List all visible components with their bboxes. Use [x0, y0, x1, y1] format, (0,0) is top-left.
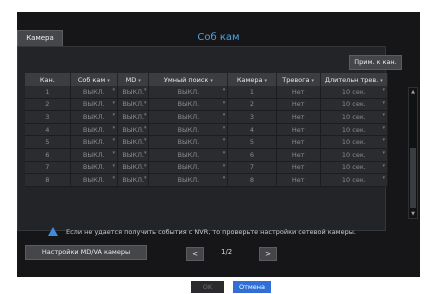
scrollbar-thumb[interactable] [410, 148, 416, 208]
header-md[interactable]: MD [117, 73, 150, 86]
table-row: 5ВЫКЛ.ВЫКЛ.ВЫКЛ.5Нет10 сек. [25, 135, 389, 149]
cell-channel: 4 [25, 123, 71, 137]
dialog-title: Соб кам [197, 32, 240, 43]
table-row: 3ВЫКЛ.ВЫКЛ.ВЫКЛ.3Нет10 сек. [25, 110, 389, 124]
tab-camera[interactable]: Камера [17, 30, 63, 47]
cell-event[interactable]: ВЫКЛ. [70, 98, 118, 112]
cell-alarm-duration[interactable]: 10 сек. [320, 135, 389, 149]
cell-event[interactable]: ВЫКЛ. [70, 148, 118, 162]
cell-camera: 1 [227, 86, 277, 99]
cell-event[interactable]: ВЫКЛ. [70, 123, 118, 137]
cell-camera: 7 [227, 161, 277, 175]
cell-md[interactable]: ВЫКЛ. [117, 86, 150, 99]
cell-alarm-duration[interactable]: 10 сек. [320, 86, 389, 99]
cell-md[interactable]: ВЫКЛ. [117, 98, 150, 112]
cell-alarm-duration[interactable]: 10 сек. [320, 98, 389, 112]
page-indicator: 1/2 [221, 248, 233, 256]
cell-event[interactable]: ВЫКЛ. [70, 86, 118, 99]
header-alarm[interactable]: Тревога [276, 73, 321, 86]
cell-alarm-duration[interactable]: 10 сек. [320, 161, 389, 175]
cell-alarm: Нет [276, 86, 321, 99]
cell-md[interactable]: ВЫКЛ. [117, 123, 150, 137]
apply-to-channels-button[interactable]: Прим. к кан. [349, 55, 402, 70]
table-row: 8ВЫКЛ.ВЫКЛ.ВЫКЛ.8Нет10 сек. [25, 173, 389, 187]
table-row: 4ВЫКЛ.ВЫКЛ.ВЫКЛ.4Нет10 сек. [25, 123, 389, 137]
cell-camera: 8 [227, 173, 277, 187]
cell-alarm-duration[interactable]: 10 сек. [320, 123, 389, 137]
cell-camera: 2 [227, 98, 277, 112]
table-row: 7ВЫКЛ.ВЫКЛ.ВЫКЛ.7Нет10 сек. [25, 161, 389, 175]
cell-alarm: Нет [276, 98, 321, 112]
scroll-down-icon[interactable]: ▼ [409, 210, 417, 218]
header-channel: Кан. [25, 73, 71, 86]
cell-md[interactable]: ВЫКЛ. [117, 135, 150, 149]
header-camera[interactable]: Камера [227, 73, 277, 86]
cell-md[interactable]: ВЫКЛ. [117, 173, 150, 187]
header-smart-search[interactable]: Умный поиск [148, 73, 229, 86]
header-alarm-duration[interactable]: Длительн трев. [320, 73, 389, 86]
table-row: 2ВЫКЛ.ВЫКЛ.ВЫКЛ.2Нет10 сек. [25, 98, 389, 112]
cell-smart-search[interactable]: ВЫКЛ. [148, 86, 229, 99]
table-scrollbar[interactable]: ▲ ▼ [408, 87, 418, 219]
cell-alarm-duration[interactable]: 10 сек. [320, 173, 389, 187]
cell-event[interactable]: ВЫКЛ. [70, 173, 118, 187]
warning-icon [48, 226, 58, 236]
cell-smart-search[interactable]: ВЫКЛ. [148, 161, 229, 175]
cell-smart-search[interactable]: ВЫКЛ. [148, 148, 229, 162]
cell-alarm: Нет [276, 173, 321, 187]
next-page-button[interactable]: > [259, 247, 277, 261]
header-event[interactable]: Соб кам [70, 73, 118, 86]
cell-md[interactable]: ВЫКЛ. [117, 110, 150, 124]
cell-channel: 3 [25, 110, 71, 124]
table-header-row: Кан.Соб камMDУмный поискКамераТревогаДли… [25, 73, 389, 86]
cell-channel: 7 [25, 161, 71, 175]
event-table: Кан.Соб камMDУмный поискКамераТревогаДли… [25, 73, 389, 187]
cell-alarm: Нет [276, 148, 321, 162]
cell-event[interactable]: ВЫКЛ. [70, 110, 118, 124]
ok-button[interactable]: OK [191, 281, 224, 293]
cell-camera: 3 [227, 110, 277, 124]
cell-channel: 8 [25, 173, 71, 187]
cell-alarm: Нет [276, 110, 321, 124]
cell-camera: 4 [227, 123, 277, 137]
cell-alarm-duration[interactable]: 10 сек. [320, 148, 389, 162]
md-va-settings-button[interactable]: Настройки MD/VA камеры [25, 245, 147, 260]
cell-channel: 6 [25, 148, 71, 162]
cell-smart-search[interactable]: ВЫКЛ. [148, 123, 229, 137]
prev-page-button[interactable]: < [186, 247, 204, 261]
table-row: 6ВЫКЛ.ВЫКЛ.ВЫКЛ.6Нет10 сек. [25, 148, 389, 162]
warning-message: Если не удается получить события с NVR, … [48, 226, 388, 238]
cell-md[interactable]: ВЫКЛ. [117, 161, 150, 175]
cell-alarm: Нет [276, 161, 321, 175]
cell-camera: 5 [227, 135, 277, 149]
cell-smart-search[interactable]: ВЫКЛ. [148, 110, 229, 124]
cell-channel: 2 [25, 98, 71, 112]
cell-channel: 5 [25, 135, 71, 149]
cell-event[interactable]: ВЫКЛ. [70, 135, 118, 149]
cell-alarm: Нет [276, 135, 321, 149]
cell-alarm: Нет [276, 123, 321, 137]
scroll-up-icon[interactable]: ▲ [409, 88, 417, 96]
cell-camera: 6 [227, 148, 277, 162]
warning-text: Если не удается получить события с NVR, … [66, 228, 356, 236]
cell-smart-search[interactable]: ВЫКЛ. [148, 98, 229, 112]
cell-smart-search[interactable]: ВЫКЛ. [148, 135, 229, 149]
cell-md[interactable]: ВЫКЛ. [117, 148, 150, 162]
cell-channel: 1 [25, 86, 71, 99]
table-row: 1ВЫКЛ.ВЫКЛ.ВЫКЛ.1Нет10 сек. [25, 86, 389, 99]
cell-smart-search[interactable]: ВЫКЛ. [148, 173, 229, 187]
cell-alarm-duration[interactable]: 10 сек. [320, 110, 389, 124]
cancel-button[interactable]: Отмена [233, 281, 271, 293]
cell-event[interactable]: ВЫКЛ. [70, 161, 118, 175]
